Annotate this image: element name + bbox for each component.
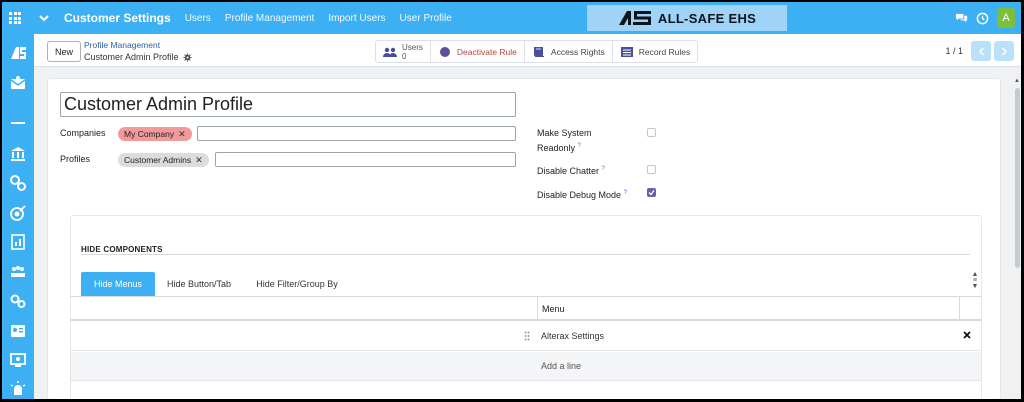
users-icon [383,47,397,57]
debug-checkbox[interactable] [647,188,656,197]
chevron-right-icon [1001,46,1007,56]
company-tag-label: My Company [124,129,175,139]
company-tag: My Company ✕ [118,127,192,141]
access-rights-button[interactable]: Access Rights [525,41,613,62]
logo-app-icon[interactable] [9,44,27,62]
readonly-label-line2: Readonly [537,143,576,153]
column-divider [537,297,538,321]
apps-grid-icon[interactable] [9,12,21,24]
clock-icon[interactable] [976,12,989,25]
top-navbar: Customer Settings Users Profile Manageme… [2,2,1021,34]
remove-tag-icon[interactable]: ✕ [195,155,203,166]
form-sheet: Customer Admin Profile Companies My Comp… [47,78,1001,399]
deactivate-icon [439,46,450,57]
chatter-label-text: Disable Chatter [537,166,600,176]
tab-hide-menus[interactable]: Hide Menus [81,272,155,296]
chatter-checkbox[interactable] [647,165,656,174]
users-smart-button[interactable]: Users 0 [376,41,431,62]
sidebar [2,34,34,399]
chatter-help-mark[interactable]: ? [602,166,605,172]
checkmark-icon [648,190,655,196]
debug-label-text: Disable Debug Mode [537,190,622,200]
users-smart-count: 0 [402,51,407,61]
monitor-icon[interactable] [9,351,27,369]
nav-link-profile-management[interactable]: Profile Management [225,13,315,24]
nav-link-user-profile[interactable]: User Profile [400,13,452,24]
readonly-label: Make System Readonly ? [537,127,592,155]
control-panel: New Profile Management Customer Admin Pr… [34,34,1021,67]
settings-icon[interactable] [9,292,27,310]
add-line-row[interactable]: Add a line [71,352,981,381]
nav-link-import-users[interactable]: Import Users [328,13,385,24]
companies-label: Companies [60,128,106,138]
target-icon[interactable] [9,204,27,222]
nav-link-users[interactable]: Users [185,13,211,24]
gear-icon[interactable] [182,52,192,62]
pager-previous-button[interactable] [971,41,991,61]
readonly-help-mark[interactable]: ? [578,143,581,149]
chevron-left-icon [978,46,984,56]
pager-value: 1 / 1 [945,46,963,56]
app-title[interactable]: Customer Settings [64,11,171,25]
breadcrumb-parent[interactable]: Profile Management [84,40,160,50]
users-smart-label: Users [402,42,423,52]
readonly-label-line1: Make System [537,128,592,138]
team-icon[interactable] [9,262,27,280]
profiles-input[interactable] [215,152,516,167]
tab-hide-button-tab[interactable]: Hide Button/Tab [159,272,239,296]
breadcrumb-current: Customer Admin Profile [84,52,192,62]
record-rules-label: Record Rules [638,46,691,57]
deactivate-rule-button[interactable]: Deactivate Rule [431,41,525,62]
remove-tag-icon[interactable]: ✕ [178,129,186,140]
report-icon[interactable] [9,233,27,251]
table-row[interactable]: Alterax Settings [71,322,981,351]
chatter-label: Disable Chatter ? [537,163,605,178]
pager-next-button[interactable] [994,41,1014,61]
debug-label: Disable Debug Mode ? [537,187,627,202]
brand-text: ALL-SAFE EHS [657,10,757,26]
new-button[interactable]: New [47,41,81,62]
column-header-menu[interactable]: Menu [542,304,565,314]
hide-components-card: HIDE COMPONENTS Hide Menus Hide Button/T… [70,215,982,399]
drag-handle-icon[interactable] [524,331,530,341]
systray: A [955,8,1015,28]
table-header: Menu [71,296,981,321]
alarm-icon[interactable] [9,380,27,398]
list-icon [620,46,633,57]
reorder-arrows-icon[interactable]: ▲ ≡ ▼ [971,271,979,290]
smart-buttons: Users 0 Deactivate Rule Access Rights Re… [375,40,699,63]
book-icon [533,46,544,57]
column-divider [959,297,960,321]
sidebar-divider [11,122,25,124]
readonly-checkbox[interactable] [647,128,656,137]
profile-tag: Customer Admins ✕ [118,153,209,167]
add-line-link[interactable]: Add a line [541,361,581,371]
tab-hide-filter-group-by[interactable]: Hide Filter/Group By [247,272,347,296]
section-divider [81,254,970,255]
chat-icon[interactable] [955,12,968,25]
chevron-down-icon[interactable] [38,12,50,24]
delete-row-icon[interactable] [963,331,971,339]
bank-icon[interactable] [9,145,27,163]
companies-input[interactable] [197,126,516,141]
menu-cell[interactable]: Alterax Settings [541,331,604,341]
scroll-up-arrow[interactable]: ▲ [1014,78,1020,84]
gears-icon[interactable] [9,174,27,192]
brand-logo: ALL-SAFE EHS [587,5,787,31]
brand-mark-icon [618,10,652,26]
access-rights-label: Access Rights [550,46,605,57]
page-scrollbar[interactable] [1015,88,1020,268]
record-rules-button[interactable]: Record Rules [613,41,698,62]
breadcrumb-current-label: Customer Admin Profile [84,52,179,62]
section-title: HIDE COMPONENTS [81,245,163,254]
app-window: Customer Settings Users Profile Manageme… [2,2,1021,399]
profiles-label: Profiles [60,154,91,164]
deactivate-rule-label: Deactivate Rule [456,46,517,57]
profile-tag-label: Customer Admins [124,155,192,165]
profile-name-input[interactable]: Customer Admin Profile [60,92,516,117]
id-card-icon[interactable] [9,322,27,340]
mail-icon[interactable] [9,74,27,92]
user-avatar[interactable]: A [997,8,1015,28]
debug-help-mark[interactable]: ? [624,190,627,196]
